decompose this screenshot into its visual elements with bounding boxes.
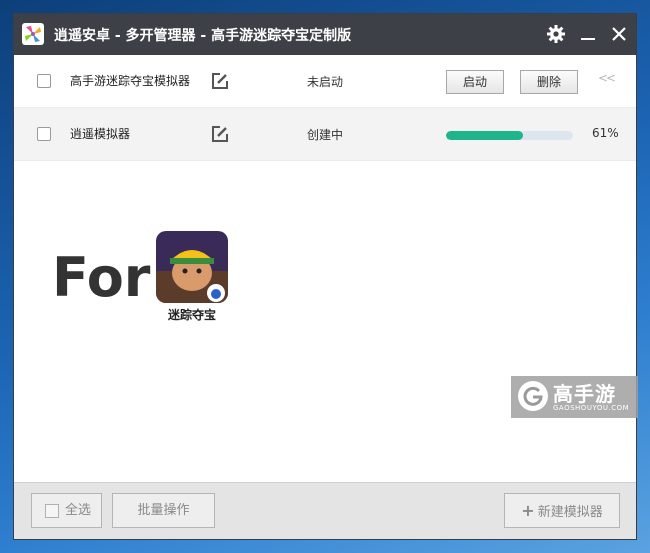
game-name: 迷踪夺宝 bbox=[167, 308, 216, 322]
watermark-title: 高手游 bbox=[553, 382, 616, 406]
footer-bar: 全选 批量操作 + 新建模拟器 bbox=[14, 482, 636, 539]
collapse-icon[interactable]: << bbox=[598, 71, 616, 85]
instance-status: 未启动 bbox=[307, 75, 344, 89]
watermark-g-icon bbox=[518, 381, 548, 411]
instance-row: 高手游迷踪夺宝模拟器 未启动 启动 删除 << bbox=[14, 55, 636, 108]
minimize-icon[interactable] bbox=[576, 22, 600, 46]
gear-icon[interactable] bbox=[544, 22, 568, 46]
batch-operation-button[interactable]: 批量操作 bbox=[112, 493, 215, 528]
watermark-logo: 高手游 GAOSHOUYOU.COM bbox=[511, 376, 638, 418]
new-emulator-label: 新建模拟器 bbox=[537, 505, 603, 520]
delete-button[interactable]: 删除 bbox=[520, 70, 578, 94]
start-button[interactable]: 启动 bbox=[446, 70, 504, 94]
creation-progress-bar bbox=[446, 131, 573, 140]
instance-name: 逍遥模拟器 bbox=[70, 127, 131, 141]
app-logo-icon bbox=[22, 23, 44, 45]
instance-checkbox[interactable] bbox=[37, 74, 51, 88]
for-text: For bbox=[52, 246, 151, 309]
select-all-label: 全选 bbox=[65, 503, 92, 518]
window-title: 逍遥安卓 - 多开管理器 - 高手游迷踪夺宝定制版 bbox=[54, 28, 352, 44]
instance-status: 创建中 bbox=[307, 128, 344, 142]
progress-fill bbox=[446, 131, 524, 140]
instance-name: 高手游迷踪夺宝模拟器 bbox=[70, 74, 191, 88]
progress-percent: 61% bbox=[592, 126, 619, 140]
instance-row: 逍遥模拟器 创建中 61% bbox=[14, 108, 636, 161]
edit-icon[interactable] bbox=[210, 124, 230, 144]
title-bar: 逍遥安卓 - 多开管理器 - 高手游迷踪夺宝定制版 bbox=[14, 14, 636, 55]
edit-icon[interactable] bbox=[210, 71, 230, 91]
instance-checkbox[interactable] bbox=[37, 127, 51, 141]
multi-instance-manager-window: 逍遥安卓 - 多开管理器 - 高手游迷踪夺宝定制版 高手游迷踪夺宝模拟器 未启动… bbox=[13, 13, 638, 540]
new-emulator-button[interactable]: + 新建模拟器 bbox=[504, 493, 620, 528]
watermark-subtitle: GAOSHOUYOU.COM bbox=[553, 404, 630, 412]
select-all-checkbox[interactable] bbox=[45, 504, 59, 518]
game-icon bbox=[156, 231, 228, 303]
select-all-button[interactable]: 全选 bbox=[31, 493, 102, 528]
close-icon[interactable] bbox=[607, 22, 631, 46]
plus-icon: + bbox=[521, 501, 535, 520]
